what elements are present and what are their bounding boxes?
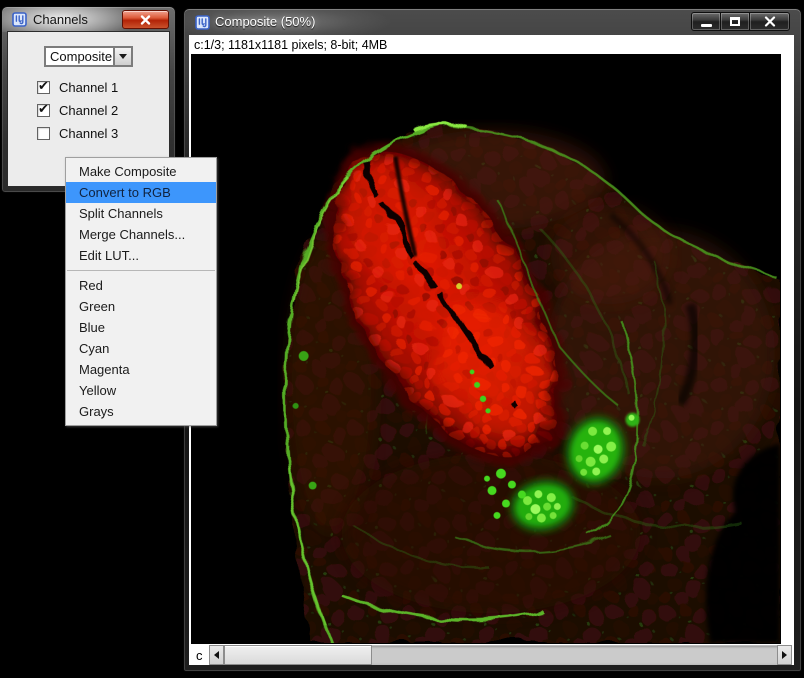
close-button[interactable] xyxy=(122,10,169,29)
channel-3-label: Channel 3 xyxy=(59,126,118,141)
menu-item-magenta[interactable]: Magenta xyxy=(66,359,216,380)
menu-item-cyan[interactable]: Cyan xyxy=(66,338,216,359)
image-info-bar: c:1/3; 1181x1181 pixels; 8-bit; 4MB xyxy=(189,35,794,54)
desktop: Channels Composite ✔ Channel 1 ✔ Channel… xyxy=(0,0,804,678)
arrow-left-icon xyxy=(214,651,219,659)
menu-item-green[interactable]: Green xyxy=(66,296,216,317)
checkbox-icon[interactable] xyxy=(37,127,50,140)
menu-item-blue[interactable]: Blue xyxy=(66,317,216,338)
checkbox-icon[interactable]: ✔ xyxy=(37,104,50,117)
channel-slider-label: c xyxy=(196,648,209,663)
menu-item-make-composite[interactable]: Make Composite xyxy=(66,161,216,182)
channel-2-label: Channel 2 xyxy=(59,103,118,118)
image-window-content: c:1/3; 1181x1181 pixels; 8-bit; 4MB xyxy=(189,35,794,665)
menu-item-yellow[interactable]: Yellow xyxy=(66,380,216,401)
checkbox-icon[interactable]: ✔ xyxy=(37,81,50,94)
image-window-titlebar[interactable]: Composite (50%) xyxy=(184,9,801,35)
image-window-title: Composite (50%) xyxy=(215,9,315,35)
channel-slider-row: c xyxy=(189,644,794,666)
menu-item-edit-lut[interactable]: Edit LUT... xyxy=(66,245,216,266)
channel-2-checkbox[interactable]: ✔ Channel 2 xyxy=(37,102,118,118)
checkmark-icon: ✔ xyxy=(38,78,49,94)
channel-1-checkbox[interactable]: ✔ Channel 1 xyxy=(37,79,118,95)
channel-1-label: Channel 1 xyxy=(59,80,118,95)
display-mode-dropdown[interactable]: Composite xyxy=(44,46,133,67)
menu-item-grays[interactable]: Grays xyxy=(66,401,216,422)
menu-item-merge-channels[interactable]: Merge Channels... xyxy=(66,224,216,245)
channels-titlebar[interactable]: Channels xyxy=(2,7,175,32)
channel-scrollbar[interactable] xyxy=(209,645,792,665)
maximize-icon xyxy=(730,17,740,26)
close-button[interactable] xyxy=(749,12,790,31)
composite-image-window: Composite (50%) c:1/3; 1181x1181 pixels;… xyxy=(183,8,802,672)
scroll-left-button[interactable] xyxy=(209,645,224,665)
scroll-right-button[interactable] xyxy=(777,645,792,665)
menu-item-convert-to-rgb[interactable]: Convert to RGB xyxy=(66,182,216,203)
channels-context-menu: Make Composite Convert to RGB Split Chan… xyxy=(65,157,217,426)
window-controls xyxy=(692,12,790,31)
imagej-icon xyxy=(195,15,210,30)
imagej-icon xyxy=(12,12,27,27)
menu-separator xyxy=(67,270,215,271)
channels-window-title: Channels xyxy=(33,7,88,32)
menu-item-red[interactable]: Red xyxy=(66,275,216,296)
menu-item-split-channels[interactable]: Split Channels xyxy=(66,203,216,224)
minimize-icon xyxy=(701,24,712,27)
arrow-right-icon xyxy=(782,651,787,659)
chevron-down-icon[interactable] xyxy=(113,48,131,65)
channel-3-checkbox[interactable]: Channel 3 xyxy=(37,125,118,141)
maximize-button[interactable] xyxy=(720,12,750,31)
checkmark-icon: ✔ xyxy=(38,101,49,117)
minimize-button[interactable] xyxy=(691,12,721,31)
display-mode-value: Composite xyxy=(46,48,113,65)
micrograph-image xyxy=(192,55,780,643)
image-canvas[interactable] xyxy=(191,54,781,644)
close-icon xyxy=(764,16,776,27)
scrollbar-thumb[interactable] xyxy=(224,645,372,665)
